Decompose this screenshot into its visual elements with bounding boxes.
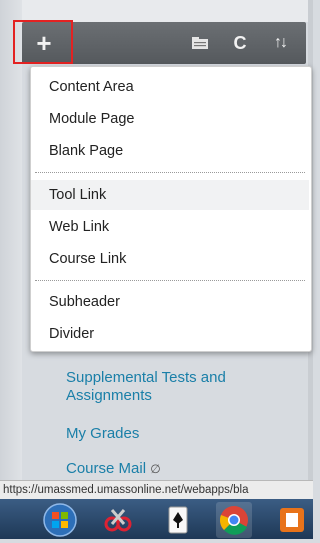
chrome-icon[interactable] xyxy=(216,502,252,538)
menu-divider xyxy=(35,280,305,281)
menu-item-content-area[interactable]: Content Area xyxy=(31,72,309,102)
orange-app-icon[interactable] xyxy=(276,502,308,538)
windows-start-icon[interactable] xyxy=(42,502,78,538)
annotation-highlight-box xyxy=(13,20,73,64)
menu-item-course-link[interactable]: Course Link xyxy=(31,244,309,274)
page-top-strip xyxy=(0,0,313,22)
course-link-my-grades[interactable]: My Grades xyxy=(66,425,139,442)
reorder-button[interactable]: ↑↓ xyxy=(260,22,300,64)
refresh-button[interactable]: C xyxy=(222,22,258,64)
refresh-icon: C xyxy=(233,32,247,53)
menu-item-web-link[interactable]: Web Link xyxy=(31,212,309,242)
windows-taskbar xyxy=(0,499,313,539)
hidden-link-icon: ∅ xyxy=(150,462,161,476)
menu-item-subheader[interactable]: Subheader xyxy=(31,287,309,317)
menu-item-module-page[interactable]: Module Page xyxy=(31,104,309,134)
course-link-supplemental-tests[interactable]: Supplemental Tests and Assignments xyxy=(66,369,256,405)
menu-item-divider[interactable]: Divider xyxy=(31,319,309,349)
menu-item-tool-link[interactable]: Tool Link xyxy=(31,180,309,210)
snipping-tool-icon[interactable] xyxy=(100,502,136,538)
solitaire-icon[interactable] xyxy=(160,502,196,538)
browser-status-bar: https://umassmed.umassonline.net/webapps… xyxy=(0,480,313,499)
folder-icon xyxy=(192,37,208,49)
course-link-course-mail[interactable]: Course Mail ∅ xyxy=(66,460,161,477)
page-left-edge xyxy=(0,0,22,480)
menu-item-blank-page[interactable]: Blank Page xyxy=(31,136,309,166)
course-mail-label: Course Mail xyxy=(66,460,147,477)
menu-divider xyxy=(35,172,305,173)
folder-view-button[interactable] xyxy=(182,22,218,64)
sort-icon: ↑↓ xyxy=(274,34,288,51)
add-menu-dropdown: Content Area Module Page Blank Page Tool… xyxy=(30,66,312,352)
